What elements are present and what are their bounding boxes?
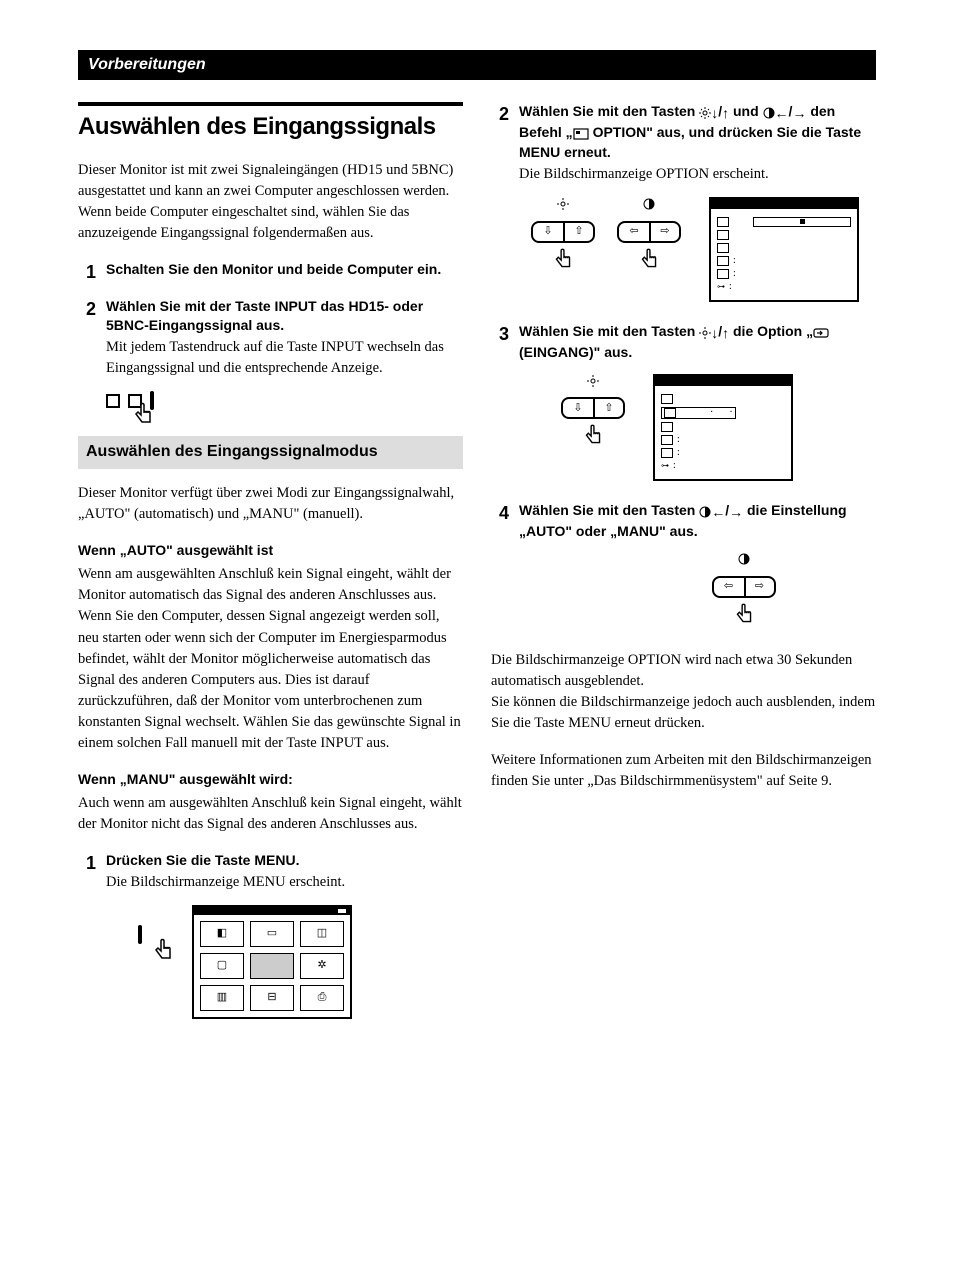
brightness-rocker: ⇩⇧ [531, 197, 595, 275]
right-column: 2 Wählen Sie mit den Tasten ↓/↑ und ←/→ … [491, 102, 876, 1039]
closing-p2: Sie können die Bildschirmanzeige jedoch … [491, 692, 876, 734]
step-text: Mit jedem Tastendruck auf die Taste INPU… [106, 337, 463, 379]
osd-cell-icon: ⎙ [300, 985, 344, 1011]
contrast-rocker: ⇦⇨ [611, 552, 876, 630]
osd-cell-icon: ▢ [200, 953, 244, 979]
osd-cell-icon: ▭ [250, 921, 294, 947]
text-fragment: die Option „ [729, 323, 813, 339]
hand-icon [148, 937, 178, 967]
left-step-1: 1 Schalten Sie den Monitor und beide Com… [78, 260, 463, 285]
auto-text: Wenn am ausgewählten Anschluß kein Signa… [78, 564, 463, 753]
step-title: Wählen Sie mit den Tasten ↓/↑ und ←/→ de… [519, 102, 876, 162]
step-number: 4 [491, 501, 509, 541]
input-icon [813, 323, 829, 342]
right-step-2: 2 Wählen Sie mit den Tasten ↓/↑ und ←/→ … [491, 102, 876, 185]
menu-button-icon [138, 925, 142, 944]
text-fragment: und [729, 103, 762, 119]
contrast-icon [738, 552, 750, 572]
two-column-layout: Auswählen des Eingangssignals Dieser Mon… [78, 102, 876, 1039]
step-number: 2 [78, 297, 96, 379]
left-bottom-step-1: 1 Drücken Sie die Taste MENU. Die Bildsc… [78, 851, 463, 893]
hand-icon [635, 247, 663, 275]
hand-icon [730, 602, 758, 630]
option-osd-diagram: ·· : : ⊶: [653, 374, 793, 481]
hand-icon [549, 247, 577, 275]
step-number: 1 [78, 851, 96, 893]
right-step-4: 4 Wählen Sie mit den Tasten ←/→ die Eins… [491, 501, 876, 541]
step-number: 2 [491, 102, 509, 185]
step-number: 1 [78, 260, 96, 285]
menu-illustration: ◧ ▭ ◫ ▢ ✲ ▥ ⊟ ⎙ [138, 905, 463, 1019]
step-title: Wählen Sie mit den Tasten ↓/↑ die Option… [519, 322, 876, 362]
osd-cell-icon: ⊟ [250, 985, 294, 1011]
text-fragment: (EINGANG)" aus. [519, 344, 632, 360]
right-arrow-icon: → [792, 104, 806, 123]
step-2-illustration: ⇩⇧ ⇦⇨ : : ⊶: [531, 197, 876, 302]
contrast-rocker: ⇦⇨ [617, 197, 681, 275]
auto-heading: Wenn „AUTO" ausgewählt ist [78, 541, 463, 561]
left-arrow-icon: ← [711, 503, 725, 522]
text-fragment: Wählen Sie mit den Tasten [519, 502, 699, 518]
left-arrow-icon: ← [775, 104, 789, 123]
option-icon [573, 124, 589, 143]
closing-p3: Weitere Informationen zum Arbeiten mit d… [491, 750, 876, 792]
left-step-2: 2 Wählen Sie mit der Taste INPUT das HD1… [78, 297, 463, 379]
intro-paragraph: Dieser Monitor ist mit zwei Signaleingän… [78, 160, 463, 244]
brightness-icon [699, 103, 711, 122]
brightness-icon [699, 323, 711, 342]
text-fragment: Wählen Sie mit den Tasten [519, 103, 699, 119]
sub-intro: Dieser Monitor verfügt über zwei Modi zu… [78, 483, 463, 525]
page-title: Auswählen des Eingangssignals [78, 102, 463, 144]
step-title: Wählen Sie mit der Taste INPUT das HD15-… [106, 297, 463, 335]
text-fragment: Wählen Sie mit den Tasten [519, 323, 699, 339]
osd-cell-icon: ◧ [200, 921, 244, 947]
hand-icon [579, 423, 607, 451]
step-4-illustration: ⇦⇨ [611, 552, 876, 630]
step-3-illustration: ⇩⇧ ·· : : ⊶: [531, 374, 876, 481]
down-arrow-icon: ↓ [711, 324, 718, 343]
hand-icon [128, 401, 158, 431]
osd-cell-icon [250, 953, 294, 979]
led-icon [106, 394, 120, 408]
closing-p1: Die Bildschirmanzeige OPTION wird nach e… [491, 650, 876, 692]
contrast-icon [643, 197, 655, 217]
down-arrow-icon: ↓ [711, 104, 718, 123]
step-text: Die Bildschirmanzeige MENU erscheint. [106, 872, 463, 893]
contrast-icon [699, 502, 711, 521]
step-text: Die Bildschirmanzeige OPTION erscheint. [519, 164, 876, 185]
option-osd-diagram: : : ⊶: [709, 197, 859, 302]
section-header: Vorbereitungen [78, 50, 876, 80]
menu-osd-diagram: ◧ ▭ ◫ ▢ ✲ ▥ ⊟ ⎙ [192, 905, 352, 1019]
osd-cell-icon: ▥ [200, 985, 244, 1011]
step-title: Drücken Sie die Taste MENU. [106, 851, 463, 870]
brightness-icon [557, 197, 569, 217]
step-title: Wählen Sie mit den Tasten ←/→ die Einste… [519, 501, 876, 541]
step-title: Schalten Sie den Monitor und beide Compu… [106, 260, 463, 279]
manu-heading: Wenn „MANU" ausgewählt wird: [78, 770, 463, 790]
brightness-icon [587, 374, 599, 394]
osd-cell-icon: ✲ [300, 953, 344, 979]
right-step-3: 3 Wählen Sie mit den Tasten ↓/↑ die Opti… [491, 322, 876, 362]
contrast-icon [763, 103, 775, 122]
step-number: 3 [491, 322, 509, 362]
input-button-illustration [106, 391, 463, 414]
manu-text: Auch wenn am ausgewählten Anschluß kein … [78, 793, 463, 835]
sub-heading: Auswählen des Eingangssignalmodus [78, 436, 463, 468]
left-column: Auswählen des Eingangssignals Dieser Mon… [78, 102, 463, 1039]
osd-cell-icon: ◫ [300, 921, 344, 947]
brightness-rocker: ⇩⇧ [561, 374, 625, 452]
right-arrow-icon: → [729, 503, 743, 522]
